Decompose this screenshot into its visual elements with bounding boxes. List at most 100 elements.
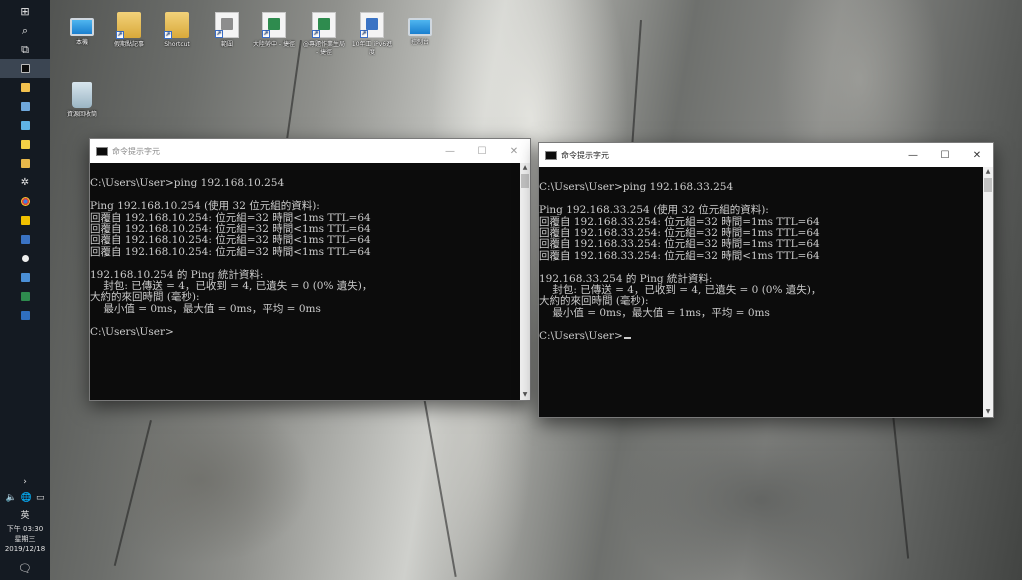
document-icon: ↗ bbox=[360, 12, 384, 38]
system-tray: › 🔈 🌐 ▭ 英 下午 03:30 星期三 2019/12/18 🗨 bbox=[0, 474, 50, 580]
taskbar-clock[interactable]: 下午 03:30 星期三 2019/12/18 bbox=[0, 522, 50, 556]
outlook-icon bbox=[20, 311, 30, 320]
taskbar-app-excel[interactable] bbox=[0, 287, 50, 306]
search-icon: ⌕ bbox=[21, 24, 29, 37]
minimize-button[interactable]: — bbox=[897, 143, 929, 167]
taskbar-app-file-explorer[interactable] bbox=[0, 78, 50, 97]
input-method-indicator[interactable]: 英 bbox=[0, 506, 50, 522]
taskbar-app-outlook[interactable] bbox=[0, 306, 50, 325]
taskbar-app-chrome[interactable] bbox=[0, 192, 50, 211]
maximize-button[interactable]: ☐ bbox=[466, 139, 498, 163]
scroll-up-icon[interactable]: ▲ bbox=[983, 167, 993, 177]
taskbar-app-7[interactable] bbox=[0, 211, 50, 230]
console-line: 回覆自 192.168.33.254: 位元組=32 時間<1ms TTL=64 bbox=[539, 249, 820, 262]
taskbar-app-notes[interactable] bbox=[0, 135, 50, 154]
desktop-icon-shortcut[interactable]: ↗ Shortcut bbox=[155, 12, 199, 49]
word-icon bbox=[20, 235, 30, 244]
command-prompt-window-2[interactable]: 命令提示字元 — ☐ ✕ C:\Users\User>ping 192.168.… bbox=[538, 142, 994, 418]
sticky-notes-icon bbox=[20, 140, 30, 149]
document-icon: ↗ bbox=[262, 12, 286, 38]
console-line: C:\Users\User> bbox=[90, 325, 174, 338]
close-button[interactable]: ✕ bbox=[961, 143, 993, 167]
scroll-down-icon[interactable]: ▼ bbox=[520, 390, 530, 400]
window-titlebar[interactable]: 命令提示字元 — ☐ ✕ bbox=[539, 143, 993, 167]
desktop-icon-this-pc[interactable]: 本機 bbox=[60, 12, 104, 47]
volume-icon[interactable]: 🔈 bbox=[6, 493, 17, 503]
scrollbar-thumb[interactable] bbox=[521, 174, 529, 188]
vertical-scrollbar[interactable]: ▲ ▼ bbox=[983, 167, 993, 417]
desktop-icon-label: 假期點記事 bbox=[113, 41, 144, 48]
window-title: 命令提示字元 bbox=[112, 146, 160, 156]
notification-icon: 🗨 bbox=[18, 561, 32, 575]
taskbar-app-9[interactable] bbox=[0, 249, 50, 268]
taskbar-app-word[interactable] bbox=[0, 230, 50, 249]
vertical-scrollbar[interactable]: ▲ ▼ bbox=[520, 163, 530, 400]
network-icon[interactable]: 🌐 bbox=[21, 493, 32, 503]
desktop-icon-doc-3[interactable]: ↗ 10年工 iPv6進度 bbox=[350, 12, 394, 57]
taskbar-app-network[interactable] bbox=[0, 97, 50, 116]
this-pc-icon bbox=[70, 18, 94, 36]
app-icon bbox=[21, 255, 29, 262]
desktop-icon-folder-1[interactable]: ↗ 假期點記事 bbox=[107, 12, 151, 49]
shortcut-arrow-icon: ↗ bbox=[312, 30, 320, 38]
command-prompt-icon bbox=[20, 64, 30, 73]
desktop-icon-label: 控制台 bbox=[410, 39, 429, 46]
taskbar-app-command-prompt[interactable] bbox=[0, 59, 50, 78]
taskbar: ⊞ ⌕ ⧉ ✲ › 🔈 🌐 ▭ 英 下午 03:30 星期三 2019/12/1… bbox=[0, 0, 50, 580]
scrollbar-thumb[interactable] bbox=[984, 178, 992, 192]
folder-icon: ↗ bbox=[116, 12, 141, 39]
show-hidden-icons-button[interactable]: › bbox=[0, 474, 50, 490]
action-center-button[interactable]: 🗨 bbox=[0, 556, 50, 580]
ime-label: 英 bbox=[20, 510, 30, 521]
control-panel-icon bbox=[408, 18, 432, 36]
desktop-icon-doc-1[interactable]: ↗ 大陸勞中 - 捷徑 bbox=[252, 12, 296, 49]
chrome-icon bbox=[20, 197, 30, 206]
task-view-button[interactable]: ⧉ bbox=[0, 40, 50, 59]
shortcut-arrow-icon: ↗ bbox=[164, 31, 172, 39]
battery-icon[interactable]: ▭ bbox=[36, 493, 45, 503]
desktop-icon-label: 資源回收筒 bbox=[66, 111, 97, 118]
console-line: C:\Users\User>ping 192.168.33.254 bbox=[539, 181, 734, 194]
scroll-down-icon[interactable]: ▼ bbox=[983, 407, 993, 417]
desktop-icon-label: Shortcut bbox=[164, 41, 190, 48]
taskbar-app-2[interactable] bbox=[0, 116, 50, 135]
desktop-icon-label: 本機 bbox=[75, 39, 88, 46]
command-prompt-icon bbox=[545, 150, 557, 160]
desktop-icon-range[interactable]: ↗ 範圍 bbox=[205, 12, 249, 49]
start-button[interactable]: ⊞ bbox=[0, 2, 50, 21]
desktop-icon-label: 10年工 iPv6進度 bbox=[351, 41, 393, 56]
close-button[interactable]: ✕ bbox=[498, 139, 530, 163]
search-button[interactable]: ⌕ bbox=[0, 21, 50, 40]
scroll-up-icon[interactable]: ▲ bbox=[520, 163, 530, 173]
app-icon bbox=[20, 121, 30, 130]
desktop-icon-control-panel[interactable]: 控制台 bbox=[398, 12, 442, 47]
command-prompt-window-1[interactable]: 命令提示字元 — ☐ ✕ C:\Users\User>ping 192.168.… bbox=[89, 138, 531, 401]
chevron-up-icon: › bbox=[23, 477, 27, 487]
desktop-icon-doc-2[interactable]: ↗ @專題作業生局 - 捷徑 bbox=[302, 12, 346, 57]
shortcut-arrow-icon: ↗ bbox=[262, 30, 270, 38]
text-cursor bbox=[623, 336, 631, 339]
taskbar-app-10[interactable] bbox=[0, 268, 50, 287]
console-line: C:\Users\User>ping 192.168.10.254 bbox=[90, 177, 285, 190]
folder-icon bbox=[20, 83, 30, 92]
console-output[interactable]: C:\Users\User>ping 192.168.10.254 Ping 1… bbox=[90, 163, 520, 400]
clock-date: 2019/12/18 bbox=[4, 545, 46, 553]
desktop-icon-label: @專題作業生局 - 捷徑 bbox=[302, 41, 345, 56]
console-line: 最小值 = 0ms，最大值 = 0ms，平均 = 0ms bbox=[90, 302, 321, 315]
document-icon: ↗ bbox=[215, 12, 239, 38]
taskbar-app-settings[interactable]: ✲ bbox=[0, 173, 50, 192]
shortcut-arrow-icon: ↗ bbox=[215, 30, 223, 38]
taskbar-app-4[interactable] bbox=[0, 154, 50, 173]
maximize-button[interactable]: ☐ bbox=[929, 143, 961, 167]
window-titlebar[interactable]: 命令提示字元 — ☐ ✕ bbox=[90, 139, 530, 163]
console-line: 回覆自 192.168.10.254: 位元組=32 時間<1ms TTL=64 bbox=[90, 245, 371, 258]
app-icon bbox=[20, 159, 30, 168]
desktop-icon-recycle-bin[interactable]: 資源回收筒 bbox=[60, 82, 104, 119]
app-icon bbox=[20, 216, 30, 225]
document-icon: ↗ bbox=[312, 12, 336, 38]
console-output[interactable]: C:\Users\User>ping 192.168.33.254 Ping 1… bbox=[539, 167, 983, 417]
command-prompt-icon bbox=[96, 146, 108, 156]
minimize-button[interactable]: — bbox=[434, 139, 466, 163]
